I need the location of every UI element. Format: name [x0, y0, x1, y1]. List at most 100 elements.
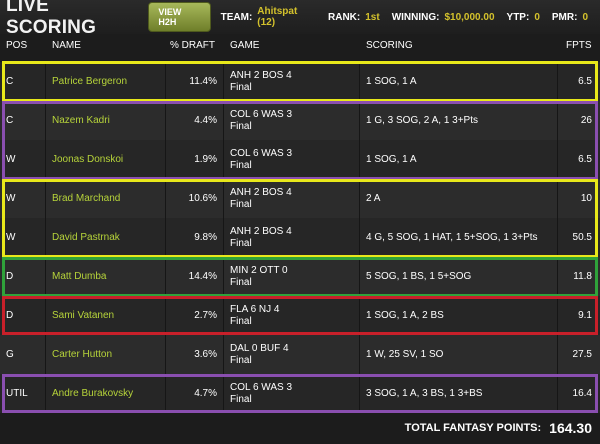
- winning-value: $10,000.00: [444, 11, 495, 23]
- game-status: Final: [230, 237, 252, 249]
- player-name[interactable]: Sami Vatanen: [46, 296, 166, 335]
- player-fpts: 10: [580, 193, 592, 204]
- game-status: Final: [230, 81, 252, 93]
- column-header-row: POS NAME % DRAFT GAME SCORING FPTS: [0, 34, 600, 56]
- total-fantasy-points: TOTAL FANTASY POINTS: 164.30: [0, 412, 600, 444]
- player-fpts: 11.8: [573, 271, 592, 282]
- player-game: COL 6 WAS 3 Final: [224, 101, 360, 140]
- game-score: COL 6 WAS 3: [230, 108, 293, 120]
- player-scoring: 1 SOG, 1 A, 2 BS: [360, 296, 558, 335]
- player-name[interactable]: David Pastrnak: [46, 218, 166, 257]
- player-scoring: 3 SOG, 1 A, 3 BS, 1 3+BS: [360, 374, 558, 413]
- game-score: ANH 2 BOS 4: [230, 69, 292, 81]
- player-draft-pct: 11.4%: [166, 62, 224, 101]
- view-h2h-button[interactable]: VIEW H2H: [148, 2, 211, 32]
- player-draft-pct: 3.6%: [166, 335, 224, 374]
- game-score: DAL 0 BUF 4: [230, 342, 289, 354]
- header-bar: LIVE SCORING VIEW H2H TEAM: Ahitspat (12…: [0, 0, 600, 38]
- winning-label: WINNING:: [391, 11, 440, 23]
- player-fpts: 6.5: [578, 76, 592, 87]
- player-pos: W: [0, 140, 46, 179]
- player-fpts: 27.5: [572, 349, 592, 360]
- player-draft-pct: 10.6%: [166, 179, 224, 218]
- team-value: Ahitspat (12): [257, 6, 298, 28]
- total-label: TOTAL FANTASY POINTS:: [404, 422, 542, 434]
- player-name[interactable]: Carter Hutton: [46, 335, 166, 374]
- game-score: ANH 2 BOS 4: [230, 186, 292, 198]
- column-header-game[interactable]: GAME: [230, 40, 259, 51]
- player-game: COL 6 WAS 3 Final: [224, 374, 360, 413]
- game-status: Final: [230, 159, 252, 171]
- player-scoring: 1 SOG, 1 A: [360, 140, 558, 179]
- table-row[interactable]: C Patrice Bergeron 11.4% ANH 2 BOS 4 Fina…: [0, 62, 600, 101]
- table-row[interactable]: G Carter Hutton 3.6% DAL 0 BUF 4 Final 1 …: [0, 335, 600, 374]
- column-header-draft[interactable]: % DRAFT: [170, 40, 215, 51]
- column-header-fpts[interactable]: FPTS: [566, 40, 592, 51]
- player-fpts: 16.4: [572, 388, 592, 399]
- player-scoring: 1 G, 3 SOG, 2 A, 1 3+Pts: [360, 101, 558, 140]
- player-pos: C: [0, 101, 46, 140]
- player-pos: UTIL: [0, 374, 46, 413]
- game-score: MIN 2 OTT 0: [230, 264, 288, 276]
- player-fpts: 9.1: [578, 310, 592, 321]
- rank-label: RANK:: [328, 11, 361, 23]
- ytp-label: YTP:: [506, 11, 530, 23]
- player-draft-pct: 1.9%: [166, 140, 224, 179]
- player-name[interactable]: Brad Marchand: [46, 179, 166, 218]
- table-row[interactable]: D Sami Vatanen 2.7% FLA 6 NJ 4 Final 1 SO…: [0, 296, 600, 335]
- game-status: Final: [230, 315, 252, 327]
- player-name[interactable]: Matt Dumba: [46, 257, 166, 296]
- player-scoring: 4 G, 5 SOG, 1 HAT, 1 5+SOG, 1 3+Pts: [360, 218, 558, 257]
- player-pos: G: [0, 335, 46, 374]
- game-status: Final: [230, 354, 252, 366]
- table-row[interactable]: W Brad Marchand 10.6% ANH 2 BOS 4 Final 2…: [0, 179, 600, 218]
- game-status: Final: [230, 198, 252, 210]
- player-pos: W: [0, 218, 46, 257]
- player-pos: D: [0, 296, 46, 335]
- team-label: TEAM:: [220, 11, 253, 23]
- player-scoring: 2 A: [360, 179, 558, 218]
- player-draft-pct: 9.8%: [166, 218, 224, 257]
- player-pos: W: [0, 179, 46, 218]
- table-row[interactable]: W Joonas Donskoi 1.9% COL 6 WAS 3 Final 1…: [0, 140, 600, 179]
- column-header-pos[interactable]: POS: [6, 40, 27, 51]
- pmr-label: PMR:: [551, 11, 578, 23]
- player-name[interactable]: Nazem Kadri: [46, 101, 166, 140]
- player-game: ANH 2 BOS 4 Final: [224, 179, 360, 218]
- player-fpts: 50.5: [572, 232, 592, 243]
- game-score: COL 6 WAS 3: [230, 381, 293, 393]
- player-pos: D: [0, 257, 46, 296]
- game-status: Final: [230, 120, 252, 132]
- game-score: FLA 6 NJ 4: [230, 303, 280, 315]
- table-row[interactable]: W David Pastrnak 9.8% ANH 2 BOS 4 Final 4…: [0, 218, 600, 257]
- player-draft-pct: 14.4%: [166, 257, 224, 296]
- player-game: MIN 2 OTT 0 Final: [224, 257, 360, 296]
- table-row[interactable]: UTIL Andre Burakovsky 4.7% COL 6 WAS 3 Fi…: [0, 374, 600, 413]
- player-scoring: 1 SOG, 1 A: [360, 62, 558, 101]
- game-status: Final: [230, 276, 252, 288]
- rank-value: 1st: [365, 11, 380, 23]
- player-game: FLA 6 NJ 4 Final: [224, 296, 360, 335]
- player-draft-pct: 4.4%: [166, 101, 224, 140]
- pmr-value: 0: [582, 11, 588, 23]
- player-name[interactable]: Patrice Bergeron: [46, 62, 166, 101]
- column-header-name[interactable]: NAME: [52, 40, 81, 51]
- player-game: ANH 2 BOS 4 Final: [224, 218, 360, 257]
- player-name[interactable]: Joonas Donskoi: [46, 140, 166, 179]
- player-game: ANH 2 BOS 4 Final: [224, 62, 360, 101]
- game-score: COL 6 WAS 3: [230, 147, 293, 159]
- table-row[interactable]: D Matt Dumba 14.4% MIN 2 OTT 0 Final 5 SO…: [0, 257, 600, 296]
- game-status: Final: [230, 393, 252, 405]
- player-pos: C: [0, 62, 46, 101]
- player-scoring: 1 W, 25 SV, 1 SO: [360, 335, 558, 374]
- table-row[interactable]: C Nazem Kadri 4.4% COL 6 WAS 3 Final 1 G,…: [0, 101, 600, 140]
- game-score: ANH 2 BOS 4: [230, 225, 292, 237]
- total-value: 164.30: [549, 420, 592, 436]
- ytp-value: 0: [534, 11, 540, 23]
- column-header-scoring[interactable]: SCORING: [366, 40, 413, 51]
- player-game: COL 6 WAS 3 Final: [224, 140, 360, 179]
- player-scoring: 5 SOG, 1 BS, 1 5+SOG: [360, 257, 558, 296]
- player-fpts: 6.5: [578, 154, 592, 165]
- player-name[interactable]: Andre Burakovsky: [46, 374, 166, 413]
- player-fpts: 26: [580, 115, 592, 126]
